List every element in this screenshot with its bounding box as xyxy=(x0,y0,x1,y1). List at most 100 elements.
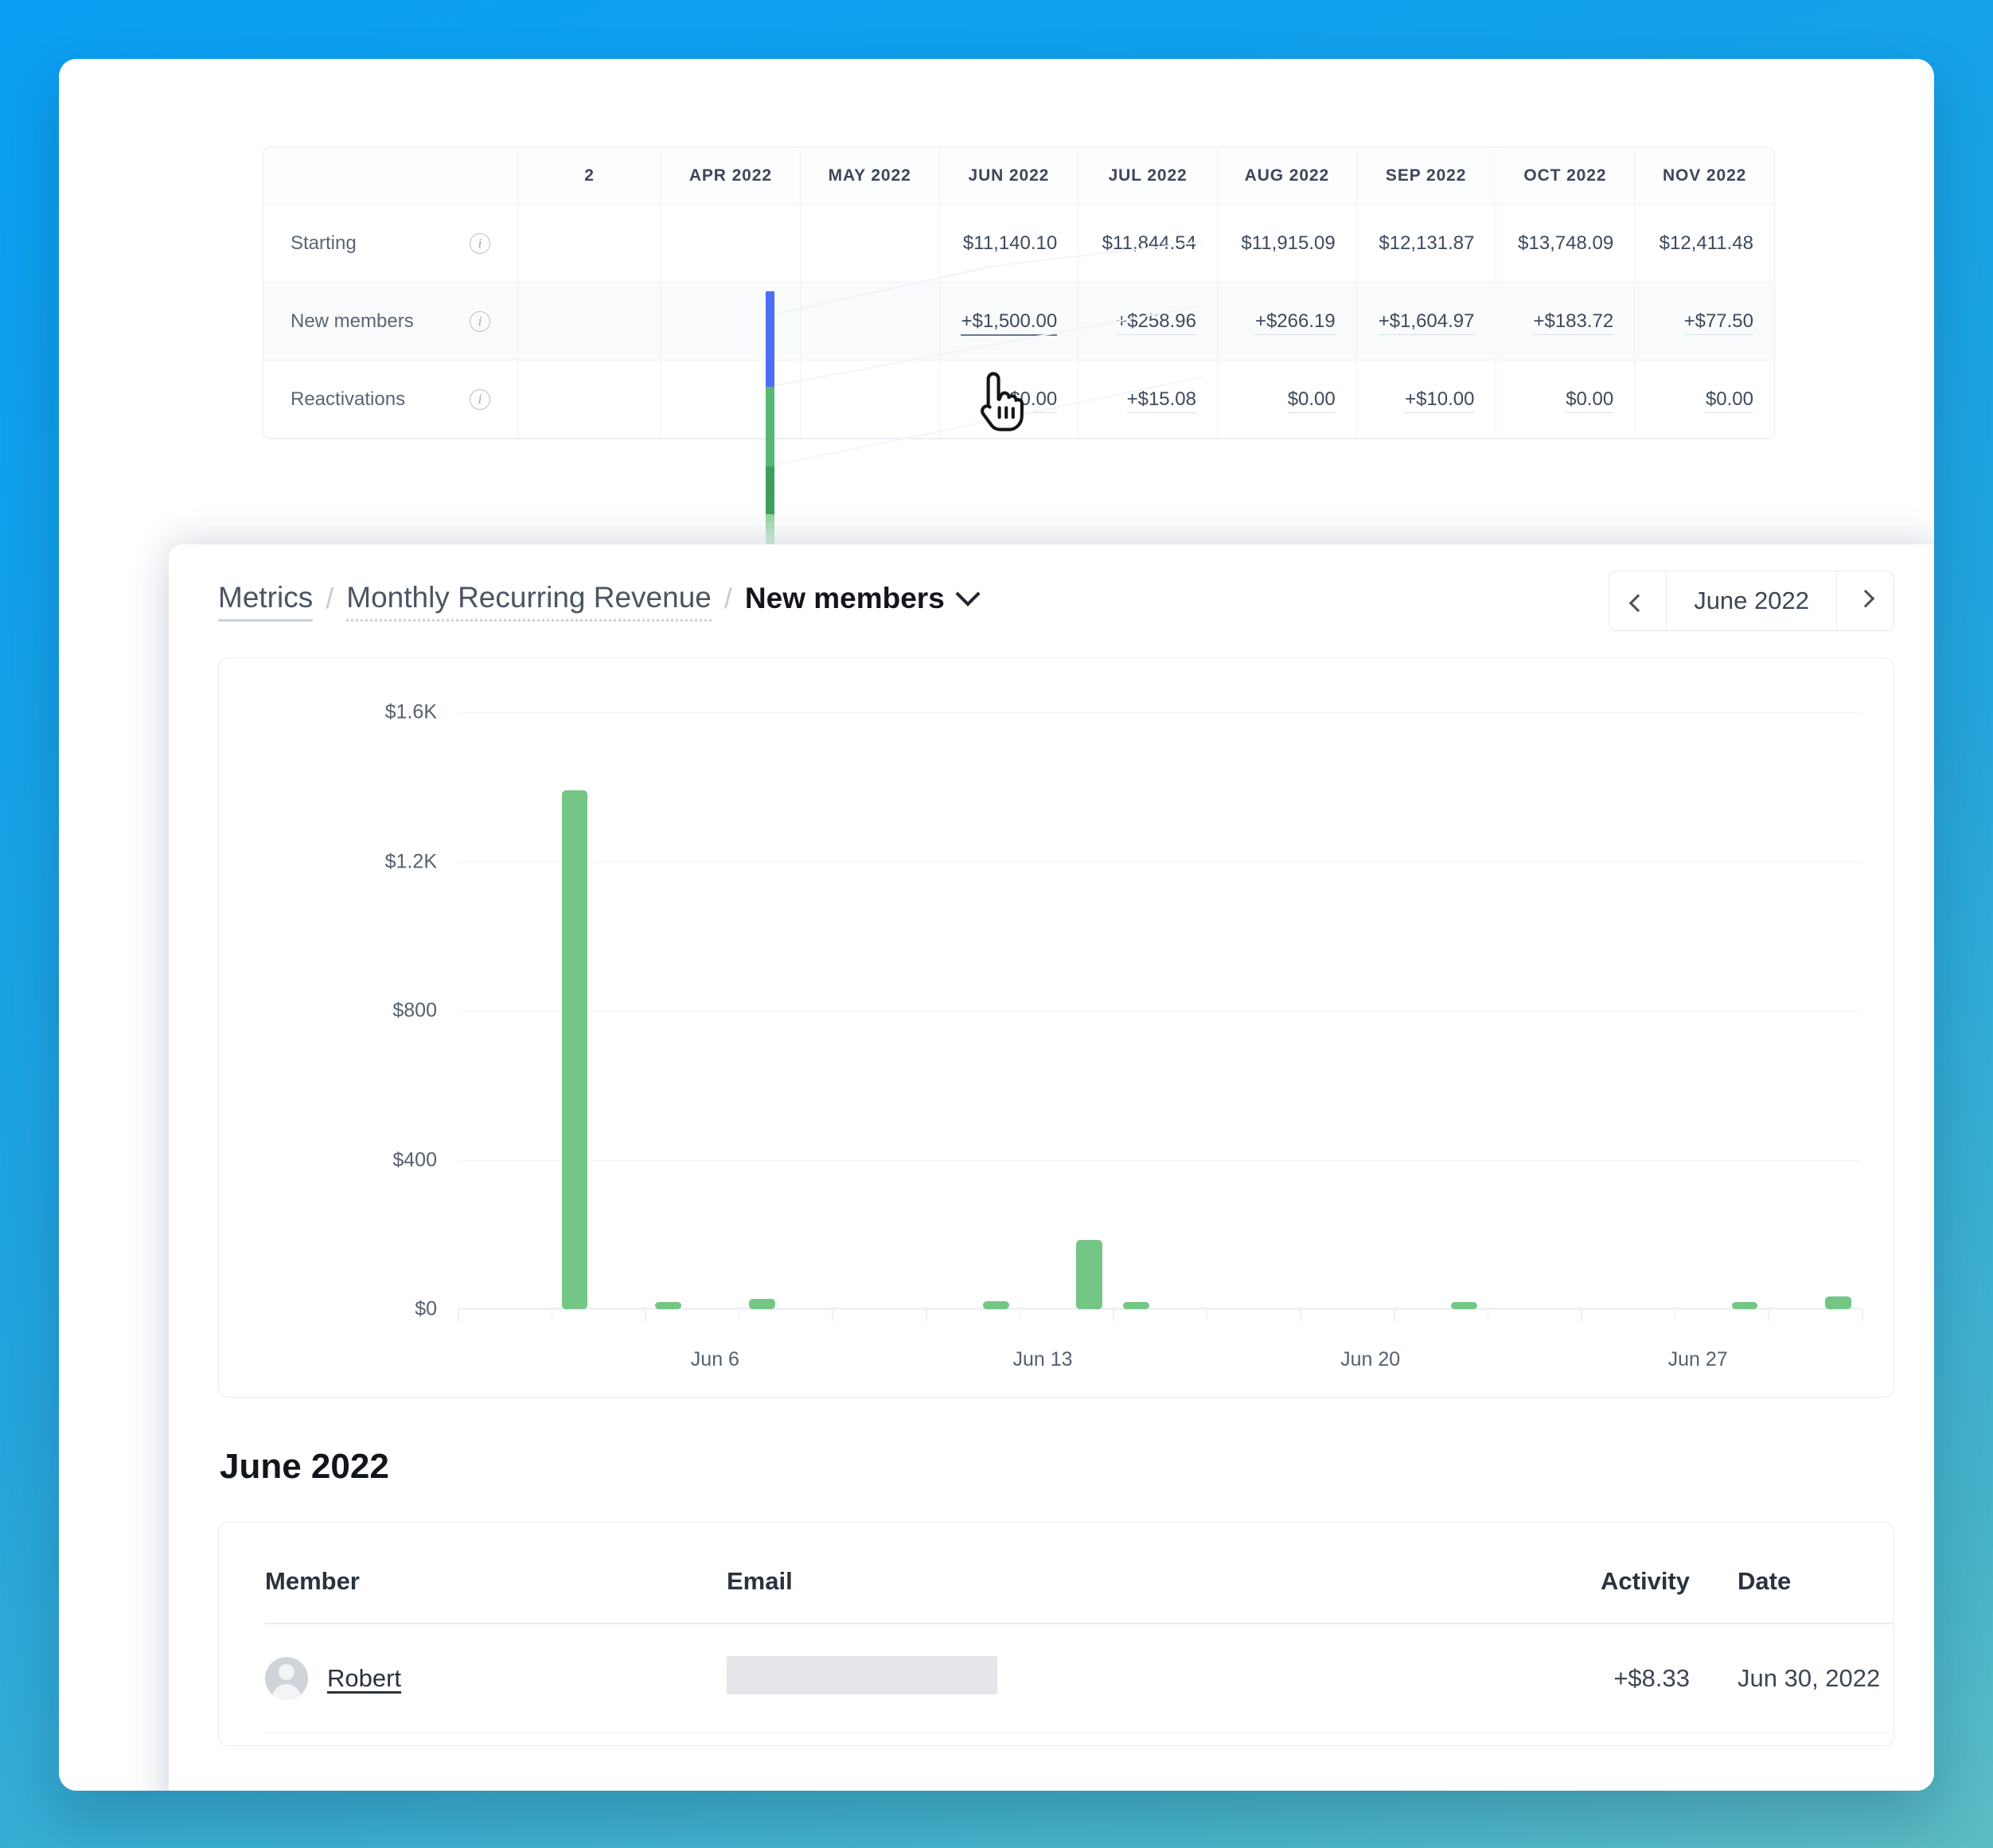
cell-reactivations-jun-value: $0.00 xyxy=(1009,388,1058,413)
cell-new-members-oct-value: +$183.72 xyxy=(1533,310,1614,335)
cell-member: Robert xyxy=(265,1624,727,1733)
y-axis-tick-label: $1.6K xyxy=(384,700,437,723)
cell-new-members-sep-value: +$1,604.97 xyxy=(1378,310,1475,335)
x-axis-tick xyxy=(738,1309,740,1321)
cell-date: Jun 30, 2022 xyxy=(1690,1624,1894,1733)
column-header-may: MAY 2022 xyxy=(800,147,940,205)
cell-new-members-aug-value: +$266.19 xyxy=(1254,310,1336,335)
column-header-nov: NOV 2022 xyxy=(1635,147,1774,205)
cell-new-members-nov-value: +$77.50 xyxy=(1683,310,1753,335)
row-label-reactivations: Reactivations i xyxy=(263,361,518,439)
cell-new-members-aug[interactable]: +$266.19 xyxy=(1218,283,1357,361)
info-icon[interactable]: i xyxy=(470,232,490,254)
chart-bar[interactable] xyxy=(1076,1240,1103,1309)
cell-starting-may xyxy=(800,205,940,283)
table-row-new-members: New members i +$1,500.00 +$258.96 +$266.… xyxy=(263,283,1774,361)
x-axis-tick-label: Jun 6 xyxy=(690,1348,739,1370)
cell-reactivations-jun[interactable]: $0.00 xyxy=(939,361,1079,439)
modal-header: Metrics / Monthly Recurring Revenue / Ne… xyxy=(218,544,1894,657)
gridline xyxy=(458,1309,1862,1310)
chart-bar[interactable] xyxy=(1450,1301,1477,1309)
gridline xyxy=(458,712,1862,713)
cell-reactivations-apr xyxy=(661,361,801,439)
x-axis-tick xyxy=(1862,1309,1863,1321)
metric-detail-modal: Metrics / Monthly Recurring Revenue / Ne… xyxy=(169,544,1934,1791)
chevron-down-icon xyxy=(955,581,981,606)
cell-starting-aug: $11,915.09 xyxy=(1218,205,1357,283)
cell-new-members-jun[interactable]: +$1,500.00 xyxy=(939,283,1079,361)
cell-reactivations-oct[interactable]: $0.00 xyxy=(1496,361,1636,439)
x-axis-tick xyxy=(1768,1309,1769,1321)
breadcrumb-separator: / xyxy=(723,582,732,614)
section-heading: June 2022 xyxy=(220,1447,389,1486)
cell-new-members-oct[interactable]: +$183.72 xyxy=(1496,283,1636,361)
member-name-link[interactable]: Robert xyxy=(327,1664,401,1693)
breadcrumb-current-label: New members xyxy=(744,582,945,614)
x-axis-tick xyxy=(458,1309,459,1321)
cell-reactivations-nov-value: $0.00 xyxy=(1705,388,1753,413)
application-window: 2 APR 2022 MAY 2022 JUN 2022 JUL 2022 AU… xyxy=(59,59,1934,1791)
cell-reactivations-aug-value: $0.00 xyxy=(1287,388,1336,413)
breadcrumb-current-dropdown[interactable]: New members xyxy=(744,581,981,620)
cell-new-members-jul[interactable]: +$258.96 xyxy=(1078,283,1218,361)
cell-reactivations-nov[interactable]: $0.00 xyxy=(1635,361,1774,439)
breadcrumb-item-metrics[interactable]: Metrics xyxy=(218,581,314,622)
chevron-right-icon xyxy=(1856,589,1874,608)
info-icon[interactable]: i xyxy=(470,388,490,410)
x-axis-tick xyxy=(1394,1309,1395,1321)
column-header-partial: 2 xyxy=(518,147,661,205)
y-axis-tick-label: $0 xyxy=(415,1297,437,1320)
chart-bar[interactable] xyxy=(748,1298,775,1309)
chart-card: $0 $400 $800 $1.2K $1.6K Jun 6 Jun 13 Jun 20 Jun… xyxy=(218,657,1894,1398)
gridline xyxy=(458,1160,1862,1161)
cell-new-members-apr xyxy=(661,283,801,361)
cell-new-members-partial xyxy=(518,283,661,361)
column-header-oct: OCT 2022 xyxy=(1496,147,1636,205)
next-month-button[interactable] xyxy=(1836,571,1894,630)
cell-reactivations-jul[interactable]: +$15.08 xyxy=(1078,361,1218,439)
x-axis-tick-label: Jun 27 xyxy=(1667,1348,1728,1370)
table-row-reactivations: Reactivations i $0.00 +$15.08 $0.00 +$10… xyxy=(263,361,1774,439)
chart-bar[interactable] xyxy=(982,1300,1009,1309)
month-stepper: June 2022 xyxy=(1609,571,1894,631)
cell-new-members-sep[interactable]: +$1,604.97 xyxy=(1356,283,1496,361)
mrr-breakdown-table: 2 APR 2022 MAY 2022 JUN 2022 JUL 2022 AU… xyxy=(263,146,1775,439)
bar-chart-plot-area[interactable]: $0 $400 $800 $1.2K $1.6K Jun 6 Jun 13 Jun 20 Jun… xyxy=(385,701,1863,1370)
y-axis-tick-label: $400 xyxy=(392,1148,437,1171)
x-axis-tick xyxy=(1487,1309,1489,1321)
row-label-reactivations-text: Reactivations xyxy=(291,388,406,410)
chart-bar[interactable] xyxy=(1731,1302,1758,1309)
email-redacted-block xyxy=(727,1656,997,1694)
column-header-blank xyxy=(263,147,518,205)
gridline xyxy=(458,861,1862,863)
row-label-new-members: New members i xyxy=(263,283,518,361)
current-month-label[interactable]: June 2022 xyxy=(1667,571,1836,630)
chart-bar[interactable] xyxy=(1123,1302,1150,1309)
avatar xyxy=(265,1657,308,1700)
x-axis-tick xyxy=(926,1309,927,1321)
x-axis-tick xyxy=(1674,1309,1676,1321)
cell-reactivations-sep[interactable]: +$10.00 xyxy=(1356,361,1496,439)
column-header-email: Email xyxy=(727,1522,1427,1624)
x-axis-tick xyxy=(1019,1309,1021,1321)
chart-bar[interactable] xyxy=(1825,1296,1852,1309)
breadcrumb-separator: / xyxy=(326,582,334,614)
gridline xyxy=(458,1011,1862,1012)
cell-new-members-nov[interactable]: +$77.50 xyxy=(1635,283,1774,361)
cell-new-members-jul-value: +$258.96 xyxy=(1116,310,1196,335)
cell-starting-apr xyxy=(661,205,801,283)
column-header-sep: SEP 2022 xyxy=(1356,147,1496,205)
info-icon[interactable]: i xyxy=(470,310,490,332)
x-axis-tick xyxy=(832,1309,833,1321)
breadcrumb-item-mrr[interactable]: Monthly Recurring Revenue xyxy=(346,581,712,622)
chart-bar[interactable] xyxy=(655,1302,682,1309)
cell-reactivations-aug[interactable]: $0.00 xyxy=(1218,361,1357,439)
prev-month-button[interactable] xyxy=(1609,571,1667,630)
stacked-color-strip xyxy=(766,291,774,546)
column-header-member: Member xyxy=(265,1522,727,1624)
members-table-card: Member Email Activity Date Robert +$8.33… xyxy=(218,1522,1894,1746)
x-axis-tick-label: Jun 13 xyxy=(1012,1348,1073,1370)
chart-bar[interactable] xyxy=(561,790,588,1309)
cell-starting-nov: $12,411.48 xyxy=(1635,205,1774,283)
table-header-row: 2 APR 2022 MAY 2022 JUN 2022 JUL 2022 AU… xyxy=(263,147,1774,205)
